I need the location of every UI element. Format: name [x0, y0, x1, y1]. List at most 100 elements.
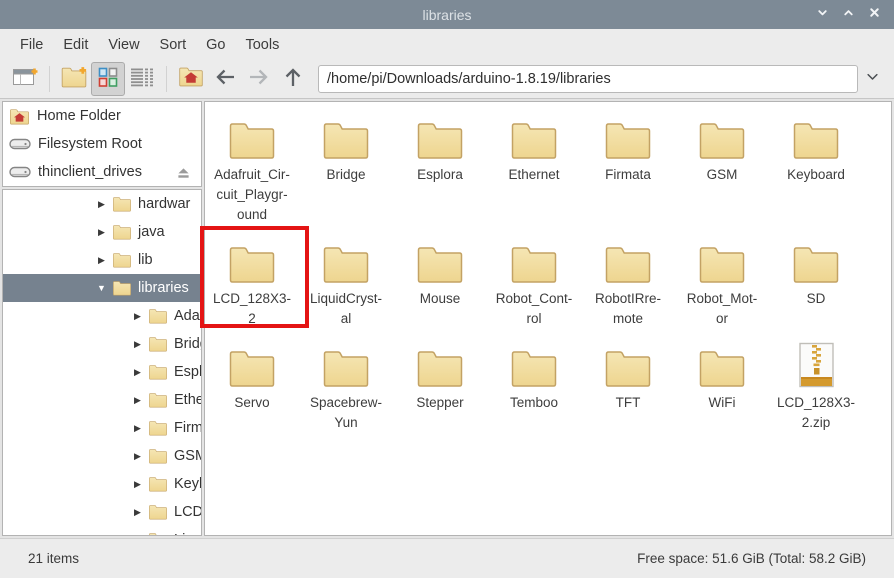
folder-icon — [604, 238, 652, 284]
list-view-button[interactable] — [125, 62, 159, 96]
file-item-TFT[interactable]: TFT — [581, 342, 675, 446]
file-item-RobotIRremote[interactable]: RobotIRre-mote — [581, 238, 675, 342]
tree-item-bridge[interactable]: ▶ Bridge — [3, 330, 201, 358]
back-button[interactable] — [208, 62, 242, 96]
folder-icon — [112, 224, 132, 240]
file-item-Esplora[interactable]: Esplora — [393, 114, 487, 238]
file-item-Adafruit_Circuit_Playground[interactable]: Adafruit_Cir-cuit_Playgr-ound — [205, 114, 299, 238]
path-input[interactable] — [318, 65, 858, 93]
expander-open-icon[interactable]: ▼ — [95, 283, 108, 293]
expander-closed-icon[interactable]: ▶ — [131, 535, 144, 537]
tree-item-adafru[interactable]: ▶ Adafru — [3, 302, 201, 330]
tree-label: Adafru — [174, 308, 202, 324]
back-arrow-icon — [213, 65, 237, 94]
file-item-Bridge[interactable]: Bridge — [299, 114, 393, 238]
file-label: Stepper — [416, 393, 463, 413]
free-space: Free space: 51.6 GiB (Total: 58.2 GiB) — [637, 551, 866, 566]
tree-label: lib — [138, 252, 153, 268]
tree-item-lcd_1[interactable]: ▶ LCD_1 — [3, 498, 201, 526]
tree-label: GSM — [174, 448, 202, 464]
toolbar-separator — [49, 66, 50, 92]
menu-file[interactable]: File — [10, 37, 53, 53]
file-grid: Adafruit_Cir-cuit_Playgr-ound Bridge Esp… — [205, 102, 891, 446]
icon-view-button[interactable] — [91, 62, 125, 96]
home-button[interactable] — [174, 62, 208, 96]
close-button[interactable] — [864, 5, 884, 25]
expander-closed-icon[interactable]: ▶ — [131, 311, 144, 322]
file-item-Keyboard[interactable]: Keyboard — [769, 114, 863, 238]
folder-icon — [322, 238, 370, 284]
file-item-LiquidCrystal[interactable]: LiquidCryst-al — [299, 238, 393, 342]
file-item-Mouse[interactable]: Mouse — [393, 238, 487, 342]
file-item-Stepper[interactable]: Stepper — [393, 342, 487, 446]
place-item[interactable]: Filesystem Root — [3, 130, 201, 158]
expander-closed-icon[interactable]: ▶ — [95, 255, 108, 266]
folder-icon — [228, 114, 276, 160]
file-item-Ethernet[interactable]: Ethernet — [487, 114, 581, 238]
file-item-GSM[interactable]: GSM — [675, 114, 769, 238]
toolbar — [0, 60, 894, 99]
file-label: Servo — [234, 393, 269, 413]
tree-item-etherr[interactable]: ▶ Etherr — [3, 386, 201, 414]
folder-icon — [112, 252, 132, 268]
expander-closed-icon[interactable]: ▶ — [131, 479, 144, 490]
minimize-button[interactable] — [812, 5, 832, 25]
expander-closed-icon[interactable]: ▶ — [131, 367, 144, 378]
sidebar: Home Folder Filesystem Root thinclient_d… — [2, 101, 202, 536]
home-folder-icon — [9, 108, 30, 125]
menu-go[interactable]: Go — [196, 37, 235, 53]
folder-icon — [698, 238, 746, 284]
forward-button[interactable] — [242, 62, 276, 96]
tree-item-java[interactable]: ▶ java — [3, 218, 201, 246]
menubar: FileEditViewSortGoTools — [0, 29, 894, 60]
new-folder-button[interactable] — [57, 62, 91, 96]
file-label: LiquidCryst-al — [310, 289, 382, 329]
menu-edit[interactable]: Edit — [53, 37, 98, 53]
menu-view[interactable]: View — [98, 37, 149, 53]
expander-closed-icon[interactable]: ▶ — [131, 507, 144, 518]
menu-sort[interactable]: Sort — [150, 37, 197, 53]
up-button[interactable] — [276, 62, 310, 96]
expander-closed-icon[interactable]: ▶ — [131, 339, 144, 350]
home-folder-icon — [178, 66, 204, 92]
file-label: RobotIRre-mote — [595, 289, 661, 329]
tree-item-lib[interactable]: ▶ lib — [3, 246, 201, 274]
eject-icon[interactable] — [176, 166, 191, 179]
file-item-LCD_128X32.zip[interactable]: LCD_128X3-2.zip — [769, 342, 863, 446]
folder-icon — [322, 114, 370, 160]
menu-tools[interactable]: Tools — [235, 37, 289, 53]
expander-closed-icon[interactable]: ▶ — [131, 451, 144, 462]
file-item-SpacebrewYun[interactable]: Spacebrew-Yun — [299, 342, 393, 446]
place-item[interactable]: thinclient_drives — [3, 158, 201, 186]
folder-icon — [148, 308, 168, 324]
file-item-Firmata[interactable]: Firmata — [581, 114, 675, 238]
tree-item-libraries[interactable]: ▼ libraries — [3, 274, 201, 302]
tree-item-liquid[interactable]: ▶ Liquid — [3, 526, 201, 536]
tree-item-firma[interactable]: ▶ Firma — [3, 414, 201, 442]
file-item-Robot_Control[interactable]: Robot_Cont-rol — [487, 238, 581, 342]
maximize-button[interactable] — [838, 5, 858, 25]
tree-item-keybo[interactable]: ▶ Keybo — [3, 470, 201, 498]
up-arrow-icon — [281, 65, 305, 94]
folder-icon — [604, 342, 652, 388]
place-item[interactable]: Home Folder — [3, 102, 201, 130]
tree-item-gsm[interactable]: ▶ GSM — [3, 442, 201, 470]
file-label: Spacebrew-Yun — [310, 393, 382, 433]
expander-closed-icon[interactable]: ▶ — [95, 227, 108, 238]
new-window-button[interactable] — [8, 62, 42, 96]
tree-label: Liquid — [174, 532, 202, 536]
tree-item-hardwar[interactable]: ▶ hardwar — [3, 190, 201, 218]
tree-item-esplor[interactable]: ▶ Esplor — [3, 358, 201, 386]
file-item-WiFi[interactable]: WiFi — [675, 342, 769, 446]
file-item-Temboo[interactable]: Temboo — [487, 342, 581, 446]
expander-closed-icon[interactable]: ▶ — [95, 199, 108, 210]
file-item-LCD_128X32[interactable]: LCD_128X3-2 — [205, 238, 299, 342]
place-label: thinclient_drives — [38, 164, 142, 180]
file-item-SD[interactable]: SD — [769, 238, 863, 342]
file-item-Robot_Motor[interactable]: Robot_Mot-or — [675, 238, 769, 342]
expander-closed-icon[interactable]: ▶ — [131, 395, 144, 406]
path-dropdown-button[interactable] — [858, 65, 886, 93]
file-item-Servo[interactable]: Servo — [205, 342, 299, 446]
expander-closed-icon[interactable]: ▶ — [131, 423, 144, 434]
folder-icon — [510, 238, 558, 284]
